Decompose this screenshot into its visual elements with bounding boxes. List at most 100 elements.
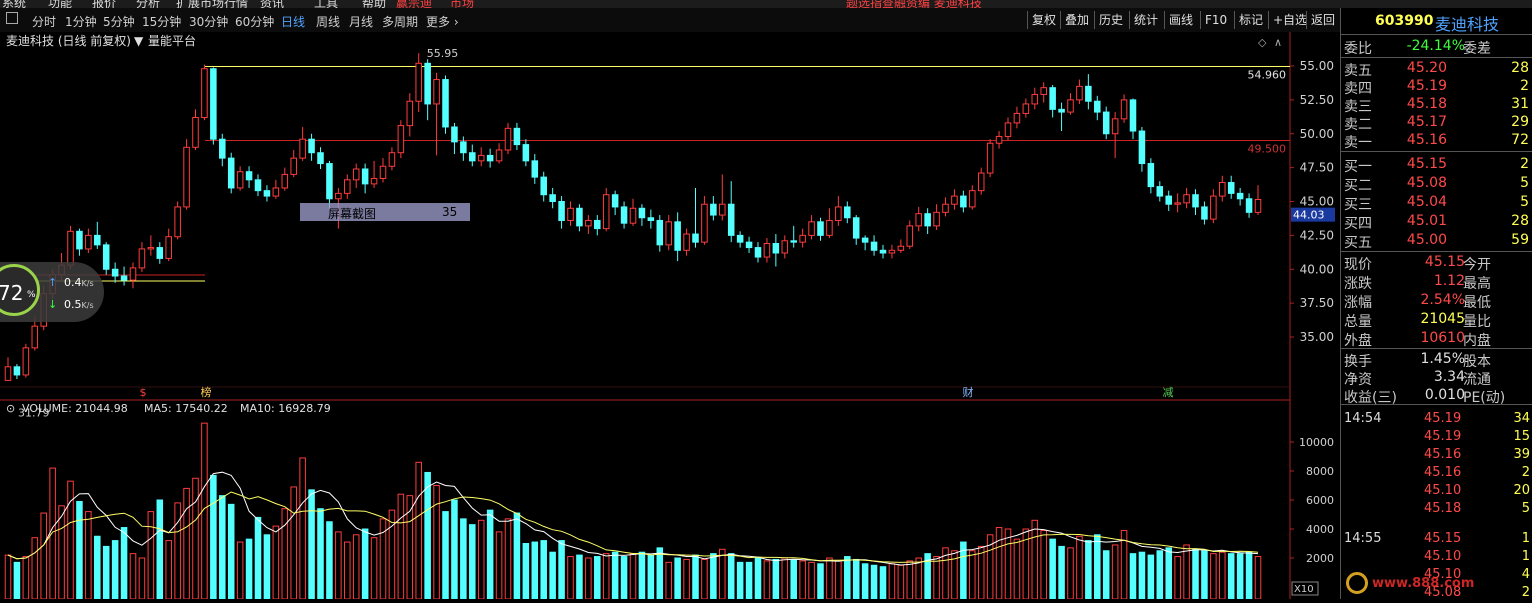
diamond-icon[interactable]: ◇ [1258,36,1267,49]
volume-bar[interactable] [49,467,56,599]
volume-bar[interactable] [1254,556,1262,599]
volume-bar[interactable] [442,511,449,599]
volume-bar[interactable] [576,554,583,599]
period-tab[interactable]: 周线 [316,13,340,30]
volume-bar[interactable] [67,480,74,599]
volume-bar[interactable] [183,487,190,599]
period-tab[interactable]: 月线 [349,13,373,30]
volume-bar[interactable] [879,566,887,599]
menu-item[interactable]: 功能 [48,0,72,8]
toolbar-button[interactable]: 叠加 [1060,11,1093,29]
volume-bar[interactable] [969,550,976,599]
volume-bar[interactable] [254,516,262,599]
layout-toggle-icon[interactable] [6,12,18,24]
volume-bar[interactable] [897,564,905,599]
volume-bar[interactable] [558,540,565,599]
period-tab[interactable]: 多周期 [382,13,418,30]
volume-bar[interactable] [486,509,494,599]
volume-bar[interactable] [656,547,664,599]
volume-bar[interactable] [567,556,574,599]
volume-bar[interactable] [326,521,333,599]
volume-bar[interactable] [1183,544,1190,599]
volume-bar[interactable] [540,540,547,599]
volume-bar[interactable] [835,560,842,599]
volume-bar[interactable] [531,541,539,599]
period-tab[interactable]: 日线 [281,13,305,30]
volume-bar[interactable] [1147,554,1155,599]
volume-bar[interactable] [1192,548,1199,599]
volume-bar[interactable] [263,534,271,599]
toolbar-button[interactable]: 标记 [1234,11,1267,29]
volume-bar[interactable] [1058,545,1065,599]
volume-bar[interactable] [719,548,726,599]
volume-bar[interactable] [1227,553,1235,599]
volume-bar[interactable] [1067,547,1074,599]
volume-bar[interactable] [977,545,985,599]
candle[interactable] [602,187,610,232]
volume-bar[interactable] [504,518,512,599]
volume-bar[interactable] [1004,528,1012,599]
menu-item[interactable]: 资讯 [260,0,284,8]
period-tab[interactable]: 30分钟 [189,13,228,30]
volume-bar[interactable] [772,558,780,599]
volume-collapse-icon[interactable]: ⊙ [6,402,15,415]
volume-bar[interactable] [236,541,244,599]
volume-bar[interactable] [817,563,824,599]
volume-bar[interactable] [1236,553,1244,599]
volume-bar[interactable] [1245,551,1253,599]
toolbar-button[interactable]: 返回 [1306,11,1339,29]
volume-bar[interactable] [335,531,342,599]
volume-bar[interactable] [272,525,280,599]
volume-bar[interactable] [129,553,137,599]
candle[interactable] [210,67,217,145]
volume-bar[interactable] [710,553,717,599]
volume-bar[interactable] [210,474,217,599]
period-tab[interactable]: 60分钟 [235,13,274,30]
volume-bar[interactable] [513,512,521,599]
volume-bar[interactable] [388,509,396,599]
volume-bar[interactable] [22,556,30,599]
volume-bar[interactable] [111,540,119,599]
candle[interactable] [22,343,30,378]
volume-bar[interactable] [1049,538,1056,599]
period-tab[interactable]: 分时 [32,13,56,30]
volume-bar[interactable] [763,560,771,599]
volume-bar[interactable] [1040,529,1047,599]
volume-bar[interactable] [1102,550,1110,599]
volume-bar[interactable] [76,500,83,599]
toolbar-button[interactable]: +自选 [1268,11,1311,29]
event-marker[interactable]: 财 [963,385,974,399]
volume-bar[interactable] [13,561,21,599]
volume-bar[interactable] [701,558,708,599]
volume-bar[interactable] [1085,540,1092,599]
volume-bar[interactable] [219,495,226,599]
volume-bar[interactable] [683,558,690,599]
volume-bar[interactable] [460,518,467,599]
volume-bar[interactable] [995,527,1003,599]
volume-bar[interactable] [1210,553,1217,599]
volume-bar[interactable] [352,534,360,599]
volume-bar[interactable] [933,556,940,599]
period-tab[interactable]: 15分钟 [142,13,181,30]
volume-bar[interactable] [852,558,860,599]
volume-bar[interactable] [147,511,155,599]
volume-bar[interactable] [58,505,65,599]
volume-bar[interactable] [594,556,601,599]
volume-bar[interactable] [826,557,833,599]
volume-bar[interactable] [308,489,315,599]
volume-bar[interactable] [1013,538,1021,599]
volume-bar[interactable] [602,553,610,599]
candle[interactable] [442,75,449,134]
volume-bar[interactable] [361,528,369,599]
volume-bar[interactable] [781,557,789,599]
volume-bar[interactable] [40,512,47,599]
candle[interactable] [183,139,190,210]
volume-bar[interactable] [94,535,101,599]
volume-bar[interactable] [754,557,762,599]
volume-bar[interactable] [165,540,172,599]
volume-bar[interactable] [245,538,253,599]
menu-item[interactable]: 分析 [136,0,160,8]
event-marker[interactable]: $ [140,386,147,399]
volume-bar[interactable] [1138,551,1146,599]
volume-bar[interactable] [290,486,297,599]
